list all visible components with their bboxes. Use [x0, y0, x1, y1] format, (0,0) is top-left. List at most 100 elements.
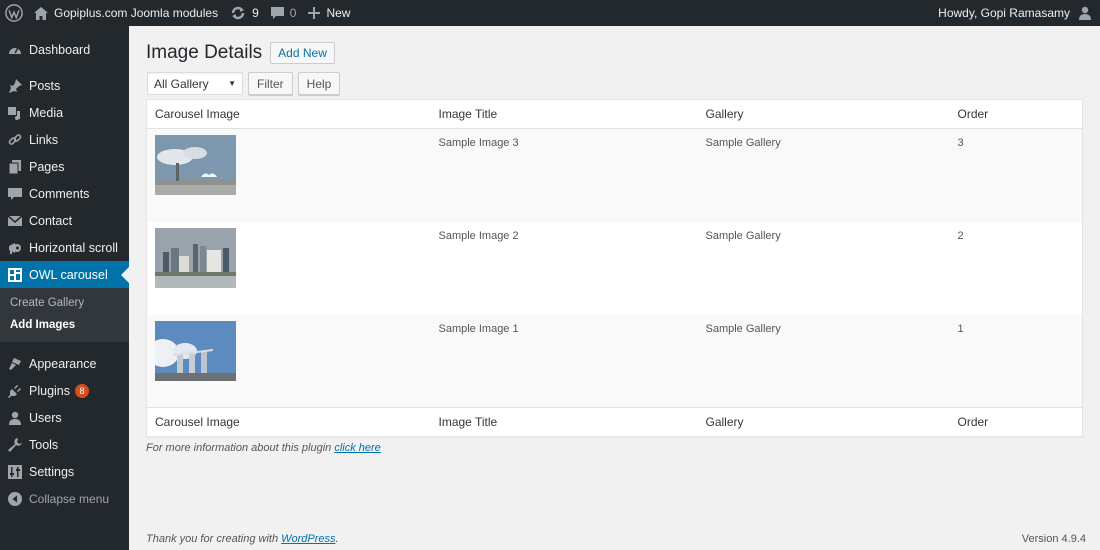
- chevron-down-icon: ▼: [228, 79, 236, 88]
- table-row: Sample Image 2 Sample Gallery 2: [147, 222, 1083, 315]
- sidebar-item-dashboard[interactable]: Dashboard: [0, 36, 129, 63]
- sidebar-item-label: Dashboard: [29, 42, 91, 57]
- sidebar-item-label: Horizontal scroll: [29, 240, 118, 255]
- pages-icon: [8, 159, 22, 174]
- sidebar-item-label: Contact: [29, 213, 73, 228]
- images-table: Carousel Image Image Title Gallery Order: [146, 99, 1083, 437]
- column-header-order: Order: [949, 99, 1083, 129]
- version-text: Version 4.9.4: [1021, 533, 1086, 545]
- plugin-info-label: For more information about this plugin: [146, 442, 335, 454]
- cell-image-title: Sample Image 3: [430, 128, 698, 222]
- column-footer-gallery: Gallery: [697, 407, 950, 437]
- sidebar-item-media[interactable]: Media: [0, 99, 129, 126]
- table-footer-row: Carousel Image Image Title Gallery Order: [146, 407, 1083, 437]
- collapse-menu-button[interactable]: Collapse menu: [0, 485, 129, 512]
- cell-image-title: Sample Image 2: [438, 229, 519, 242]
- submenu-create-gallery[interactable]: Create Gallery: [0, 292, 129, 314]
- table-header-row: Carousel Image Image Title Gallery Order: [146, 99, 1083, 129]
- plugin-info-text: For more information about this plugin c…: [146, 442, 1084, 454]
- sidebar-item-label: Plugins: [29, 383, 70, 398]
- sidebar-item-contact[interactable]: Contact: [0, 207, 129, 234]
- column-footer-image-title: Image Title: [430, 407, 698, 437]
- carousel-image-thumbnail[interactable]: [155, 135, 236, 195]
- add-new-button[interactable]: Add New: [270, 42, 335, 64]
- plus-icon: [308, 7, 321, 19]
- wordpress-link[interactable]: WordPress: [281, 533, 335, 545]
- sidebar-item-label: Tools: [29, 437, 59, 452]
- comments-count: 0: [289, 6, 297, 20]
- brush-icon: [8, 357, 22, 371]
- updates-icon: [230, 6, 246, 20]
- home-icon: [34, 6, 48, 20]
- comments-link[interactable]: 0: [265, 0, 303, 26]
- sidebar-item-label: Posts: [29, 78, 61, 93]
- footer-thanks-text: Thank you for creating with: [146, 533, 282, 545]
- sidebar-item-label: Comments: [29, 186, 90, 201]
- wordpress-logo-icon: [5, 4, 23, 22]
- main-content: Image Details Add New All Gallery ▼ Filt…: [146, 26, 1084, 454]
- sidebar-item-label: Settings: [29, 464, 75, 479]
- sidebar-item-appearance[interactable]: Appearance: [0, 350, 129, 377]
- admin-bar: Gopiplus.com Joomla modules 9 0 New Howd…: [0, 0, 1100, 26]
- cell-order: 1: [949, 314, 1083, 408]
- sidebar-item-users[interactable]: Users: [0, 404, 129, 431]
- comment-icon: [8, 187, 22, 201]
- media-icon: [8, 106, 22, 120]
- site-name: Gopiplus.com Joomla modules: [54, 6, 219, 20]
- table-row: Sample Image 1 Sample Gallery 1: [146, 314, 1083, 408]
- megaphone-icon: [8, 241, 22, 255]
- submenu-add-images[interactable]: Add Images: [0, 314, 129, 336]
- plugins-update-badge: 8: [75, 383, 89, 398]
- collapse-arrow-icon: [8, 491, 22, 506]
- sidebar-item-label: Pages: [29, 159, 65, 174]
- sidebar-item-posts[interactable]: Posts: [0, 72, 129, 99]
- carousel-image-thumbnail[interactable]: [155, 320, 236, 381]
- dashboard-icon: [8, 43, 22, 57]
- sidebar-item-label: OWL carousel: [29, 267, 108, 282]
- sidebar-item-horizontal-scroll[interactable]: Horizontal scroll: [0, 234, 129, 261]
- user-avatar-icon: [1078, 6, 1092, 20]
- sidebar-item-links[interactable]: Links: [0, 126, 129, 153]
- filter-button[interactable]: Filter: [248, 72, 293, 95]
- cell-gallery: Sample Gallery: [705, 229, 781, 242]
- column-header-image-title: Image Title: [430, 99, 698, 129]
- pin-icon: [8, 78, 22, 93]
- link-icon: [8, 133, 22, 147]
- cell-image-title: Sample Image 1: [430, 314, 698, 408]
- sidebar-item-tools[interactable]: Tools: [0, 431, 129, 458]
- updates-count: 9: [252, 6, 259, 20]
- collapse-menu-label: Collapse menu: [29, 491, 110, 506]
- plug-icon: [8, 384, 22, 398]
- help-button[interactable]: Help: [297, 72, 341, 95]
- new-label: New: [326, 6, 351, 20]
- column-header-gallery: Gallery: [697, 99, 950, 129]
- sidebar-item-pages[interactable]: Pages: [0, 153, 129, 180]
- howdy-text: Howdy, Gopi Ramasamy: [938, 6, 1070, 20]
- cell-order: 2: [957, 229, 964, 242]
- updates-link[interactable]: 9: [224, 0, 265, 26]
- my-account-link[interactable]: Howdy, Gopi Ramasamy: [932, 0, 1100, 26]
- column-footer-carousel-image: Carousel Image: [146, 407, 431, 437]
- sliders-icon: [8, 464, 22, 479]
- column-footer-order: Order: [949, 407, 1083, 437]
- wordpress-logo-button[interactable]: [0, 0, 28, 26]
- new-content-link[interactable]: New: [302, 0, 356, 26]
- sidebar-item-settings[interactable]: Settings: [0, 458, 129, 485]
- sidebar-item-owl-carousel[interactable]: OWL carousel: [0, 261, 129, 288]
- admin-sidebar: Dashboard Posts Media Links Pages Commen…: [0, 26, 129, 550]
- sidebar-item-plugins[interactable]: Plugins 8: [0, 377, 129, 404]
- footer-thanks-suffix: .: [335, 533, 339, 545]
- gallery-filter-value: All Gallery: [154, 76, 209, 91]
- page-title: Image Details: [146, 42, 263, 63]
- sidebar-item-comments[interactable]: Comments: [0, 180, 129, 207]
- footer-thanks: Thank you for creating with WordPress.: [146, 533, 339, 545]
- cell-gallery: Sample Gallery: [697, 128, 950, 222]
- gallery-filter-select[interactable]: All Gallery ▼: [147, 72, 243, 95]
- plugin-info-link[interactable]: click here: [334, 442, 380, 454]
- envelope-icon: [8, 214, 22, 228]
- sidebar-item-label: Users: [29, 410, 62, 425]
- owl-carousel-submenu: Create Gallery Add Images: [0, 288, 129, 342]
- column-header-carousel-image: Carousel Image: [146, 99, 431, 129]
- carousel-image-thumbnail[interactable]: [155, 227, 236, 288]
- site-name-link[interactable]: Gopiplus.com Joomla modules: [28, 0, 224, 26]
